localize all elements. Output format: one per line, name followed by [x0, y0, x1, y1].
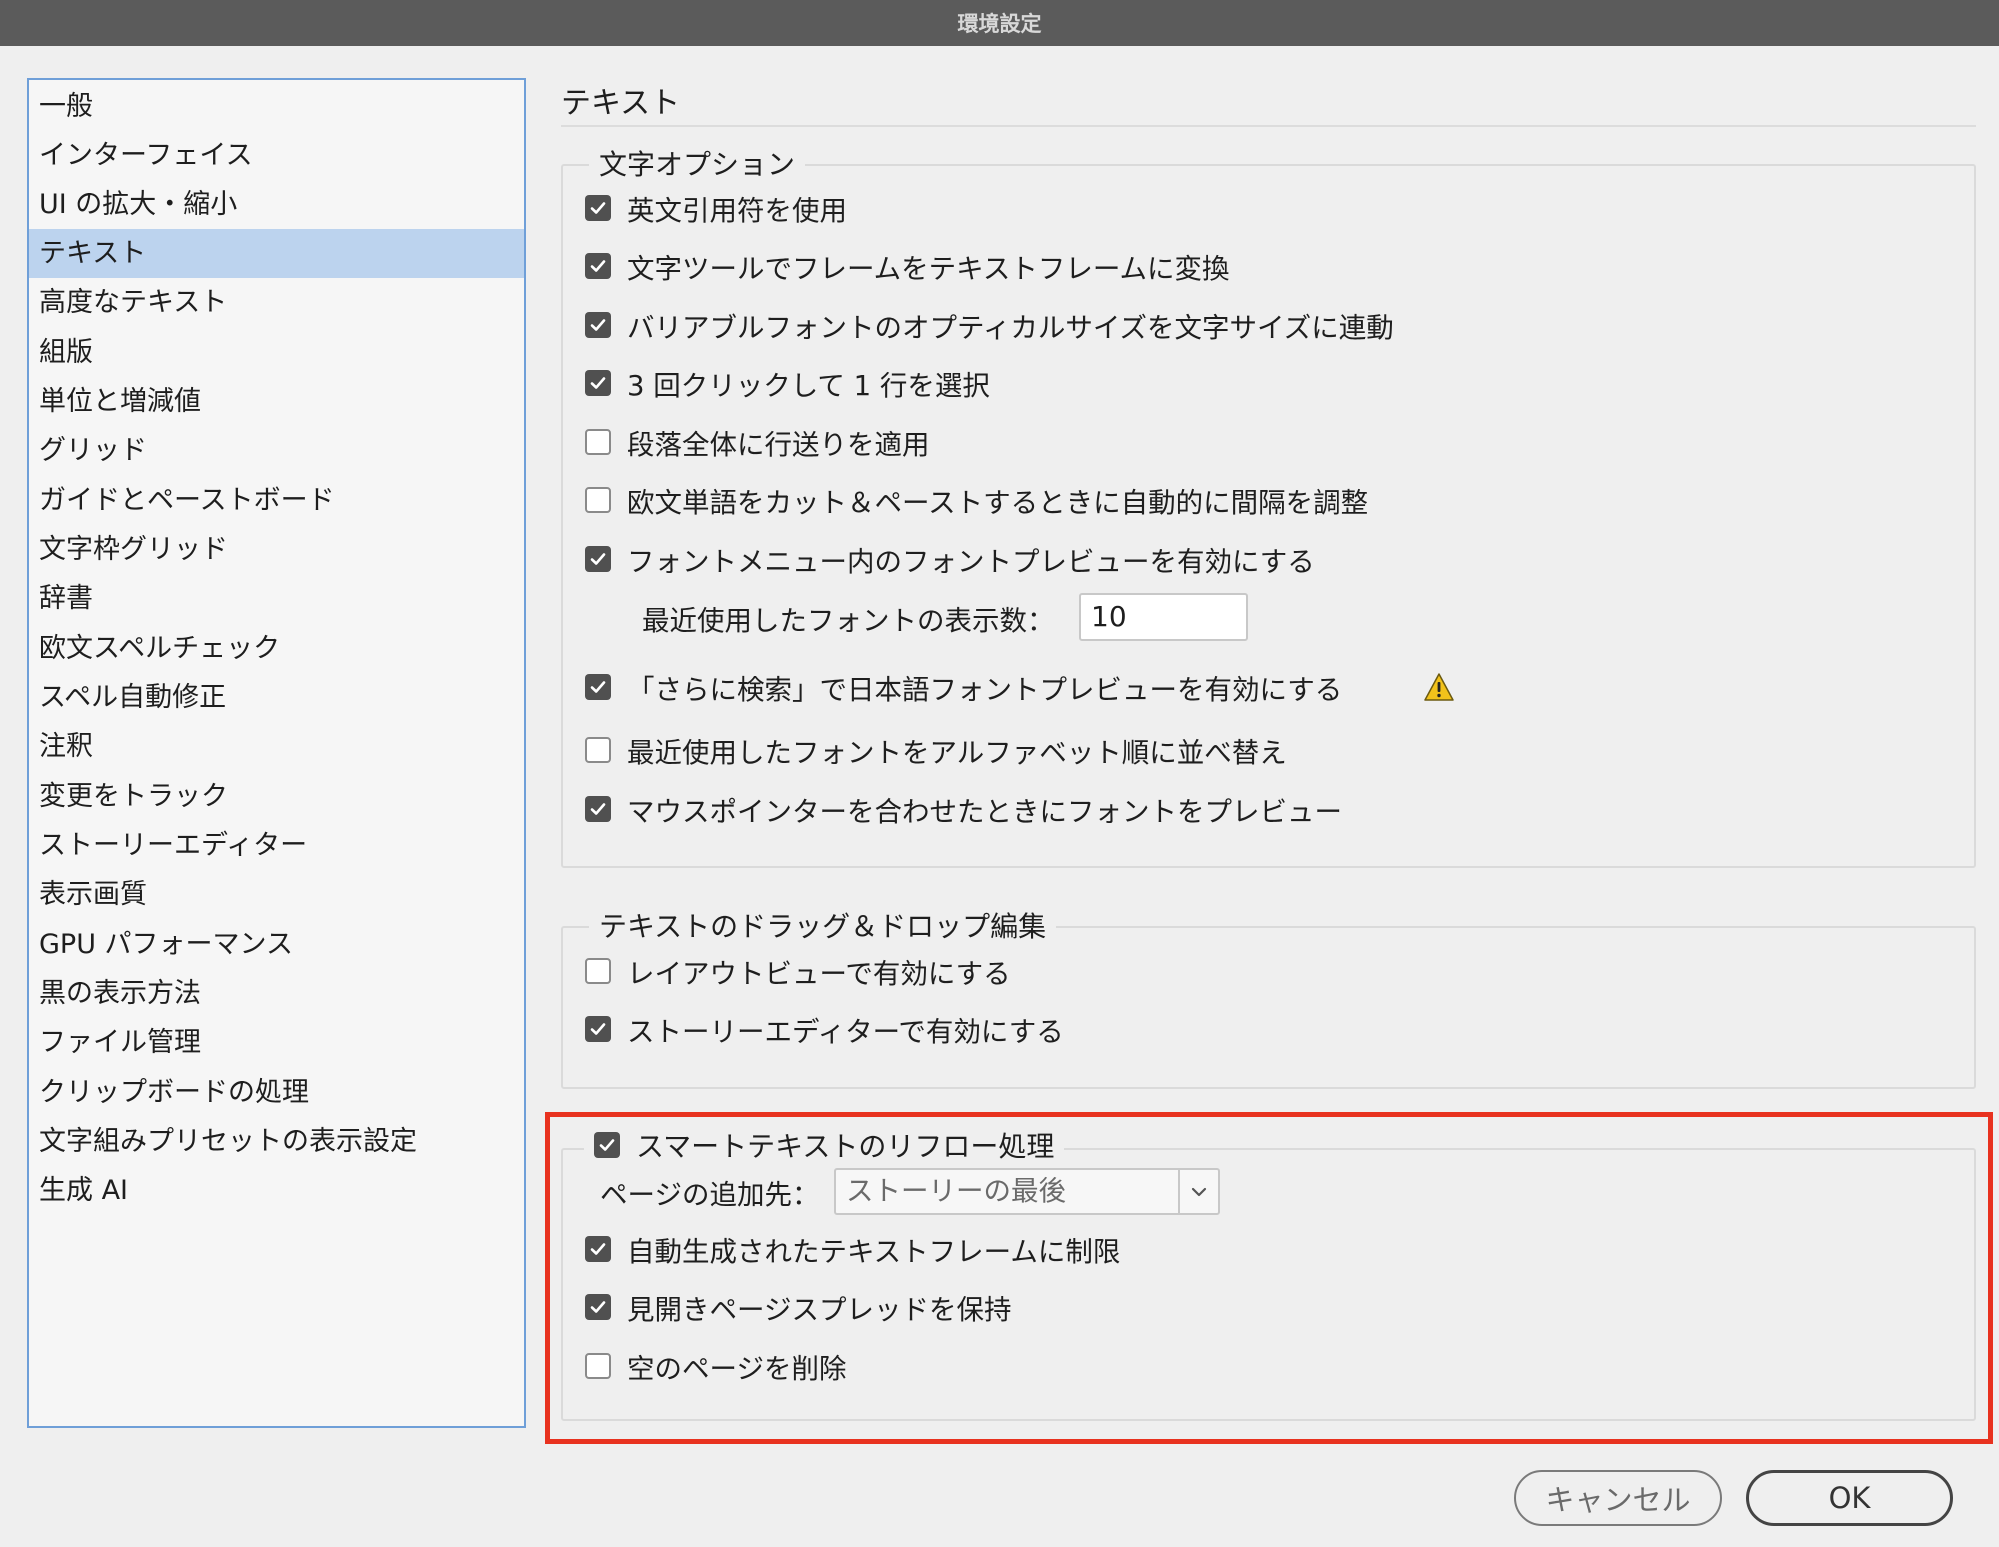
drag-drop-editing-legend: テキストのドラッグ＆ドロップ編集 — [589, 905, 1057, 945]
character-options-legend: 文字オプション — [589, 143, 806, 183]
recent-fonts-count-label: 最近使用したフォントの表示数： — [642, 598, 1055, 638]
checkbox-label: バリアブルフォントのオプティカルサイズを文字サイズに連動 — [627, 312, 1394, 344]
checkbox[interactable] — [585, 487, 611, 513]
checkbox[interactable] — [585, 253, 611, 279]
apply-leading-to-paragraphs-row[interactable]: 段落全体に行送りを適用 — [585, 422, 930, 462]
checkbox-label: 「さらに検索」で日本語フォントプレビューを有効にする — [627, 674, 1343, 706]
checkbox[interactable] — [585, 195, 611, 221]
adjust-spacing-cut-paste-row[interactable]: 欧文単語をカット＆ペーストするときに自動的に間隔を調整 — [585, 480, 1368, 520]
sidebar-item-spelling[interactable]: 欧文スペルチェック — [29, 624, 524, 673]
sidebar-item-text[interactable]: テキスト — [29, 229, 524, 278]
checkbox[interactable] — [585, 546, 611, 572]
checkbox[interactable] — [585, 429, 611, 455]
variable-font-optical-size-row[interactable]: バリアブルフォントのオプティカルサイズを文字サイズに連動 — [585, 305, 1394, 345]
checkbox-label: レイアウトビューで有効にする — [627, 958, 1011, 990]
sidebar-item-general[interactable]: 一般 — [29, 82, 524, 131]
annotation-highlight-box — [545, 1112, 1993, 1444]
checkbox-label: 英文引用符を使用 — [627, 195, 847, 227]
font-preview-in-menu-row[interactable]: フォントメニュー内のフォントプレビューを有効にする — [585, 539, 1315, 579]
preferences-category-list[interactable]: 一般 インターフェイス UI の拡大・縮小 テキスト 高度なテキスト 組版 単位… — [27, 78, 526, 1428]
triple-click-select-line-row[interactable]: 3 回クリックして 1 行を選択 — [585, 363, 990, 403]
sidebar-item-story-editor[interactable]: ストーリーエディター — [29, 821, 524, 870]
recent-fonts-label-text: 最近使用したフォントの表示数： — [642, 605, 1055, 637]
checkbox[interactable] — [585, 958, 611, 984]
warning-icon[interactable] — [1423, 672, 1455, 702]
sidebar-item-appearance-of-black[interactable]: 黒の表示方法 — [29, 969, 524, 1018]
japanese-font-preview-row[interactable]: 「さらに検索」で日本語フォントプレビューを有効にする — [585, 667, 1342, 707]
checkbox-label: マウスポインターを合わせたときにフォントをプレビュー — [627, 796, 1342, 828]
sidebar-item-guides-pasteboard[interactable]: ガイドとペーストボード — [29, 476, 524, 525]
checkbox-label: 段落全体に行送りを適用 — [627, 429, 930, 461]
sidebar-item-units-increments[interactable]: 単位と増減値 — [29, 377, 524, 426]
title-divider — [561, 125, 1976, 127]
sidebar-item-file-handling[interactable]: ファイル管理 — [29, 1018, 524, 1067]
checkbox-label: フォントメニュー内のフォントプレビューを有効にする — [627, 546, 1315, 578]
sidebar-item-dictionary[interactable]: 辞書 — [29, 574, 524, 623]
checkbox[interactable] — [585, 737, 611, 763]
enable-in-story-editor-row[interactable]: ストーリーエディターで有効にする — [585, 1009, 1064, 1049]
ok-button[interactable]: OK — [1746, 1470, 1953, 1526]
sidebar-item-interface[interactable]: インターフェイス — [29, 131, 524, 180]
type-tool-converts-frames-row[interactable]: 文字ツールでフレームをテキストフレームに変換 — [585, 246, 1230, 286]
checkbox-label: 3 回クリックして 1 行を選択 — [627, 370, 990, 402]
checkbox[interactable] — [585, 796, 611, 822]
recent-fonts-count-input[interactable]: 10 — [1079, 593, 1248, 641]
checkbox[interactable] — [585, 312, 611, 338]
checkbox-label: 文字ツールでフレームをテキストフレームに変換 — [627, 253, 1230, 285]
checkbox-label: ストーリーエディターで有効にする — [627, 1016, 1064, 1048]
sidebar-item-clipboard-handling[interactable]: クリップボードの処理 — [29, 1068, 524, 1117]
sidebar-item-autocorrect[interactable]: スペル自動修正 — [29, 673, 524, 722]
checkbox[interactable] — [585, 1016, 611, 1042]
page-title: テキスト — [561, 86, 681, 121]
checkbox[interactable] — [585, 370, 611, 396]
sidebar-item-advanced-type[interactable]: 高度なテキスト — [29, 278, 524, 327]
sidebar-item-grids[interactable]: グリッド — [29, 426, 524, 475]
use-typographers-quotes-row[interactable]: 英文引用符を使用 — [585, 188, 847, 228]
sidebar-item-display-performance[interactable]: 表示画質 — [29, 870, 524, 919]
sidebar-item-gpu-performance[interactable]: GPU パフォーマンス — [29, 920, 524, 969]
window-titlebar: 環境設定 — [0, 0, 1999, 46]
checkbox[interactable] — [585, 674, 611, 700]
sidebar-item-mojikumi-display[interactable]: 文字組みプリセットの表示設定 — [29, 1117, 524, 1166]
sidebar-item-composition[interactable]: 組版 — [29, 328, 524, 377]
hover-font-preview-row[interactable]: マウスポインターを合わせたときにフォントをプレビュー — [585, 789, 1342, 829]
checkbox-label: 欧文単語をカット＆ペーストするときに自動的に間隔を調整 — [627, 487, 1369, 519]
window-title: 環境設定 — [957, 12, 1042, 36]
sort-recent-fonts-alphabetically-row[interactable]: 最近使用したフォントをアルファベット順に並べ替え — [585, 730, 1287, 770]
cancel-button[interactable]: キャンセル — [1514, 1470, 1722, 1526]
checkbox-label: 最近使用したフォントをアルファベット順に並べ替え — [627, 737, 1287, 769]
sidebar-item-track-changes[interactable]: 変更をトラック — [29, 772, 524, 821]
sidebar-item-ui-scaling[interactable]: UI の拡大・縮小 — [29, 180, 524, 229]
sidebar-item-notes[interactable]: 注釈 — [29, 722, 524, 771]
enable-in-layout-view-row[interactable]: レイアウトビューで有効にする — [585, 951, 1011, 991]
sidebar-item-frame-grid[interactable]: 文字枠グリッド — [29, 525, 524, 574]
sidebar-item-generative-ai[interactable]: 生成 AI — [29, 1166, 524, 1215]
